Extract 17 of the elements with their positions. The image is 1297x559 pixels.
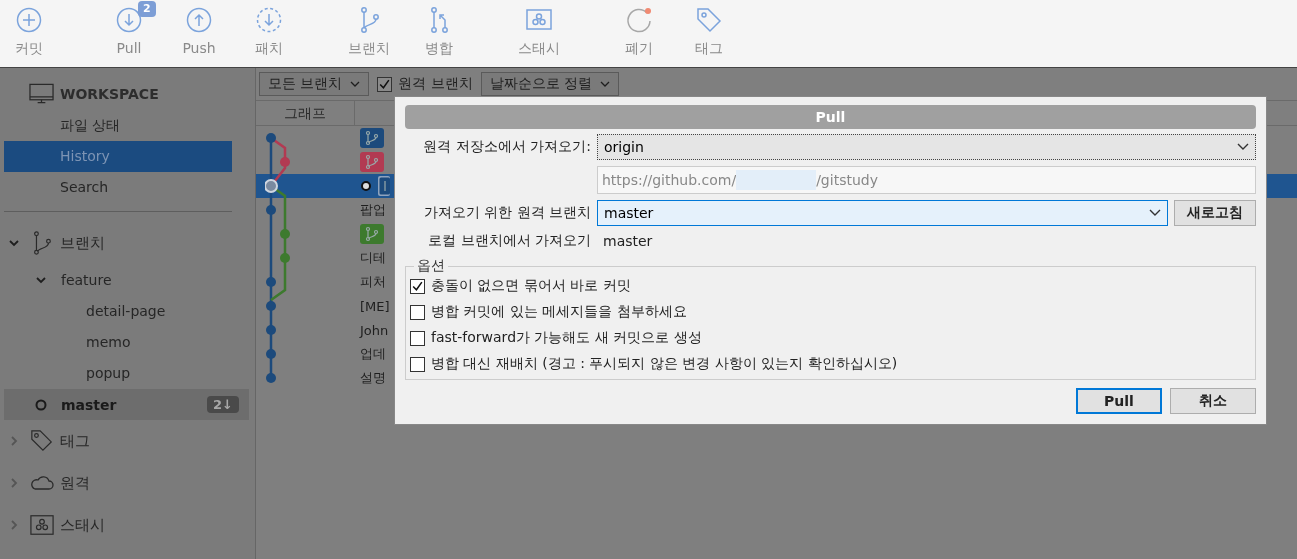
url-text: https://github.com/ <box>602 172 737 188</box>
section-title: WORKSPACE <box>60 86 159 102</box>
checkbox-label: fast-forward가 가능해도 새 커밋으로 생성 <box>431 329 702 347</box>
field-label: 원격 저장소에서 가져오기: <box>422 138 591 156</box>
behind-count-badge: 2↓ <box>207 396 239 413</box>
checkbox-label: 병합 대신 재배치 (경고 : 푸시되지 않은 변경 사항이 있는지 확인하십시오) <box>431 355 898 373</box>
field-label: 로컬 브랜치에서 가져오기 <box>427 232 591 250</box>
commit-message: 설명 <box>360 369 386 387</box>
dialog-title: Pull <box>405 105 1256 129</box>
count-badge: 2 <box>138 1 156 17</box>
checkbox-label: 충돌이 없으면 묶어서 바로 커밋 <box>431 277 631 295</box>
checkbox-label: 병합 커밋에 있는 메세지들을 첨부하세요 <box>431 303 687 321</box>
url-text: /gitstudy <box>816 172 878 188</box>
group-title: 옵션 <box>414 257 448 275</box>
field-value: master <box>602 233 654 249</box>
checkbox-label: 원격 브랜치 <box>398 75 473 93</box>
field-label: 가져오기 위한 원격 브랜치 <box>422 204 591 222</box>
